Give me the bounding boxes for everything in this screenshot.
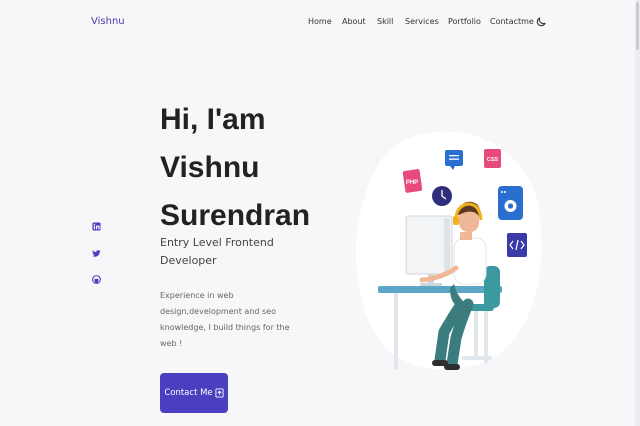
gear-app-icon — [498, 186, 523, 220]
css-badge-label: CSS — [487, 157, 499, 163]
send-icon — [215, 388, 224, 398]
nav-services[interactable]: Services — [405, 17, 439, 26]
hero-illustration: PHP CSS — [356, 131, 542, 370]
hero-description-line: design,development and seo — [160, 307, 276, 316]
nav-portfolio[interactable]: Portfolio — [448, 17, 481, 26]
clock-icon — [432, 186, 452, 206]
hero-title-line: Surendran — [160, 199, 311, 232]
hero-subtitle-line: Entry Level Frontend — [160, 236, 274, 249]
hero-description-line: Experience in web — [160, 291, 234, 300]
moon-icon[interactable] — [535, 16, 547, 28]
nav-skill[interactable]: Skill — [377, 17, 393, 26]
php-badge-label: PHP — [406, 180, 418, 186]
linkedin-icon[interactable] — [92, 222, 101, 231]
top-navbar: Vishnu Home About Skill Services Portfol… — [0, 0, 640, 46]
hero-subtitle-line: Developer — [160, 254, 217, 267]
hero-title-line: Vishnu — [160, 151, 260, 184]
github-icon[interactable] — [92, 275, 101, 284]
nav-home[interactable]: Home — [308, 17, 332, 26]
hero-subtitle: Entry Level Frontend Developer — [160, 234, 300, 270]
hero-description-line: knowledge, I build things for the — [160, 323, 290, 332]
hero-description-line: web ! — [160, 339, 183, 348]
twitter-icon[interactable] — [92, 249, 101, 258]
nav-contactme[interactable]: Contactme — [490, 17, 534, 26]
contact-me-label: Contact Me — [164, 388, 213, 398]
hero-title-line: Hi, I'am — [160, 103, 266, 136]
brand-logo[interactable]: Vishnu — [91, 16, 125, 27]
css-badge-icon: CSS — [484, 149, 501, 168]
hero-description: Experience in web design,development and… — [160, 288, 290, 352]
code-icon — [507, 233, 527, 257]
nav-about[interactable]: About — [342, 17, 366, 26]
php-badge-icon: PHP — [402, 169, 423, 193]
contact-me-button[interactable]: Contact Me — [160, 373, 228, 413]
scrollbar-thumb[interactable] — [636, 2, 639, 50]
hero-title: Hi, I'am Vishnu Surendran — [160, 96, 310, 240]
page-scrollbar[interactable] — [635, 0, 640, 426]
